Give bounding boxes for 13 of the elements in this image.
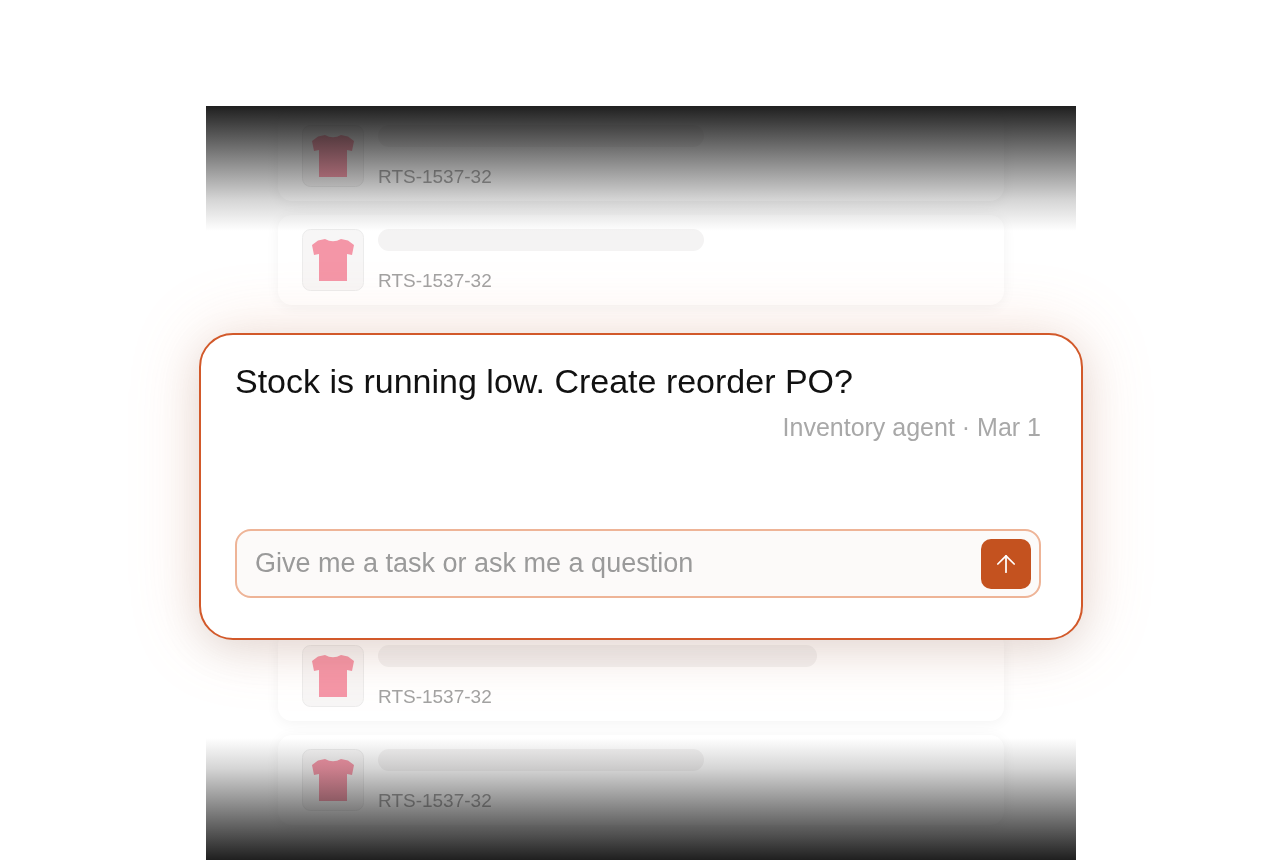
product-card[interactable]: RTS-1537-32 <box>278 735 1004 825</box>
sku-label: RTS-1537-32 <box>378 271 492 291</box>
agent-message: Stock is running low. Create reorder PO? <box>235 361 854 401</box>
send-button[interactable] <box>981 538 1031 589</box>
product-card[interactable]: RTS-1537-32 <box>278 215 1004 305</box>
message-byline: Inventory agent · Mar 1 <box>782 413 1041 441</box>
product-card[interactable]: RTS-1537-32 <box>278 111 1004 201</box>
sku-label: RTS-1537-32 <box>378 687 492 707</box>
sku-label: RTS-1537-32 <box>378 791 492 811</box>
tshirt-icon <box>302 749 364 811</box>
sku-label: RTS-1537-32 <box>378 167 492 187</box>
tshirt-icon <box>302 645 364 707</box>
tshirt-icon <box>302 229 364 291</box>
